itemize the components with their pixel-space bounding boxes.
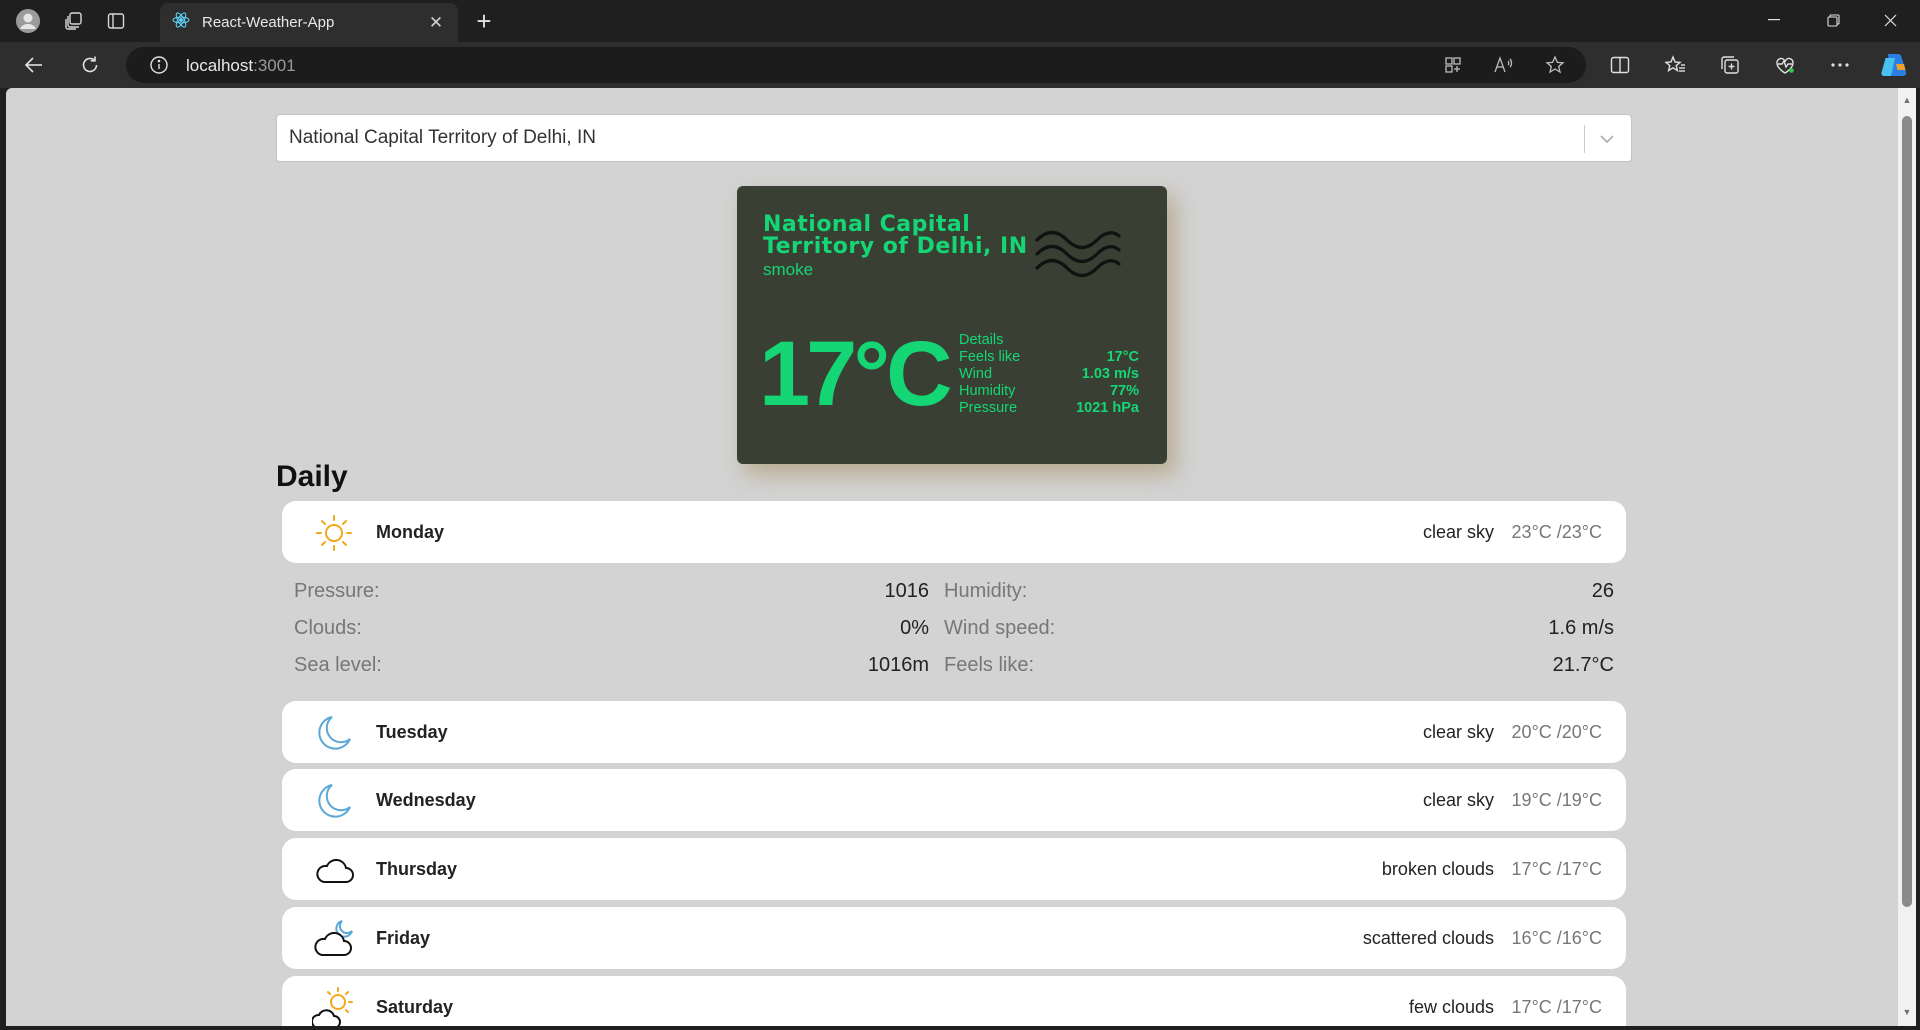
day-name: Tuesday — [376, 722, 448, 742]
day-temps: 17°C /17°C — [1511, 997, 1602, 1017]
current-city: National Capital Territory of Delhi, IN — [763, 212, 1028, 259]
detail-wind: Wind 1.03 m/s — [959, 366, 1139, 382]
close-window-button[interactable] — [1862, 0, 1918, 40]
react-logo-icon — [172, 11, 190, 34]
current-description: smoke — [763, 260, 814, 279]
sea-level-value: 1016m — [867, 654, 929, 676]
day-name: Saturday — [376, 997, 454, 1017]
clouds-value: 0% — [900, 617, 929, 639]
browser-tab-bar: React-Weather-App ✕ + — [0, 0, 1920, 42]
back-button[interactable] — [16, 47, 52, 83]
split-screen-icon[interactable] — [1602, 47, 1638, 83]
refresh-button[interactable] — [72, 47, 108, 83]
day-name: Friday — [376, 928, 431, 948]
scrollbar-thumb[interactable] — [1902, 116, 1912, 907]
current-weather-card: National Capital Territory of Delhi, IN … — [737, 186, 1167, 464]
city-search-select[interactable]: National Capital Territory of Delhi, IN — [276, 114, 1632, 162]
page-viewport: National Capital Territory of Delhi, IN … — [6, 88, 1898, 1026]
browser-essentials-icon[interactable] — [1767, 47, 1803, 83]
daily-row-thursday[interactable]: Thursday broken clouds 17°C /17°C — [282, 838, 1626, 900]
daily-heading: Daily — [276, 460, 348, 493]
selected-city: National Capital Territory of Delhi, IN — [289, 127, 596, 148]
detail-pressure: Pressure 1021 hPa — [959, 400, 1139, 416]
current-temperature: 17°C — [759, 323, 953, 425]
page-scrollbar[interactable]: ▲ ▼ — [1898, 88, 1916, 1026]
day-description: clear sky — [1422, 722, 1494, 742]
restore-button[interactable] — [1805, 0, 1861, 40]
cloud-icon — [312, 848, 356, 892]
select-separator — [1584, 125, 1585, 153]
app-available-icon[interactable] — [1438, 51, 1468, 79]
day-temps: 20°C /20°C — [1511, 722, 1602, 742]
read-aloud-icon[interactable] — [1489, 51, 1519, 79]
favorites-icon[interactable] — [1657, 47, 1693, 83]
feels-like-label: Feels like: — [944, 654, 1035, 676]
day-name: Monday — [376, 522, 445, 542]
daily-row-wednesday[interactable]: Wednesday clear sky 19°C /19°C — [282, 769, 1626, 831]
feels-like-value: 21.7°C — [1552, 654, 1614, 676]
humidity-label: Humidity: — [944, 580, 1028, 602]
browser-toolbar: localhost:3001 — [0, 42, 1920, 88]
day-description: few clouds — [1408, 997, 1494, 1017]
day-description: scattered clouds — [1362, 928, 1494, 948]
wind-speed-label: Wind speed: — [944, 617, 1056, 639]
daily-row-saturday[interactable]: Saturday few clouds 17°C /17°C — [282, 976, 1626, 1026]
detail-feels-like: Feels like 17°C — [959, 349, 1139, 365]
scroll-down-icon[interactable]: ▼ — [1901, 1006, 1913, 1018]
day-description: broken clouds — [1381, 859, 1494, 879]
daily-row-tuesday[interactable]: Tuesday clear sky 20°C /20°C — [282, 701, 1626, 763]
daily-row-friday[interactable]: Friday scattered clouds 16°C /16°C — [282, 907, 1626, 969]
detail-humidity: Humidity 77% — [959, 383, 1139, 399]
vertical-tabs-icon[interactable] — [98, 4, 134, 38]
collections-icon[interactable] — [1712, 47, 1748, 83]
daily-row-monday[interactable]: Monday clear sky 23°C /23°C — [282, 501, 1626, 563]
more-options-icon[interactable] — [1822, 47, 1858, 83]
workspaces-icon[interactable] — [56, 4, 92, 38]
pressure-value: 1016 — [884, 580, 930, 602]
sea-level-label: Sea level: — [294, 654, 382, 676]
current-details: Details Feels like 17°C Wind 1.03 m/s Humi… — [959, 332, 1139, 417]
url-text[interactable]: localhost:3001 — [186, 56, 296, 76]
tab-title: React-Weather-App — [202, 14, 335, 31]
site-info-icon[interactable] — [144, 51, 174, 79]
clouds-label: Clouds: — [294, 617, 362, 639]
day-temps: 23°C /23°C — [1511, 522, 1602, 542]
day-temps: 16°C /16°C — [1511, 928, 1602, 948]
day-temps: 19°C /19°C — [1511, 790, 1602, 810]
details-row-2: Clouds: 0% Wind speed: 1.6 m/s — [294, 617, 1614, 647]
copilot-icon[interactable] — [1876, 47, 1912, 83]
cloud-moon-icon — [312, 917, 356, 961]
day-name: Thursday — [376, 859, 458, 879]
moon-icon — [312, 711, 356, 755]
day-name: Wednesday — [376, 790, 476, 810]
details-row-3: Sea level: 1016m Feels like: 21.7°C — [294, 654, 1614, 684]
smoke-waves-icon — [1033, 222, 1123, 284]
scroll-up-icon[interactable]: ▲ — [1901, 94, 1913, 106]
address-bar[interactable]: localhost:3001 — [126, 47, 1586, 83]
details-row-1: Pressure: 1016 Humidity: 26 — [294, 580, 1614, 610]
active-tab[interactable]: React-Weather-App ✕ — [160, 3, 458, 42]
pressure-label: Pressure: — [294, 580, 380, 602]
new-tab-button[interactable]: + — [466, 4, 502, 38]
moon-icon — [312, 779, 356, 823]
favorite-star-icon[interactable] — [1540, 51, 1570, 79]
profile-avatar-icon[interactable] — [10, 4, 46, 38]
minimize-button[interactable] — [1746, 0, 1802, 40]
day-description: clear sky — [1422, 790, 1494, 810]
tab-close-icon[interactable]: ✕ — [426, 13, 446, 33]
wind-speed-value: 1.6 m/s — [1548, 617, 1614, 639]
humidity-value: 26 — [1591, 580, 1614, 602]
sun-cloud-icon — [311, 986, 356, 1026]
sun-icon — [312, 511, 356, 555]
day-description: clear sky — [1422, 522, 1494, 542]
day-temps: 17°C /17°C — [1511, 859, 1602, 879]
chevron-down-icon[interactable] — [1595, 127, 1619, 151]
details-heading: Details — [959, 332, 1004, 348]
